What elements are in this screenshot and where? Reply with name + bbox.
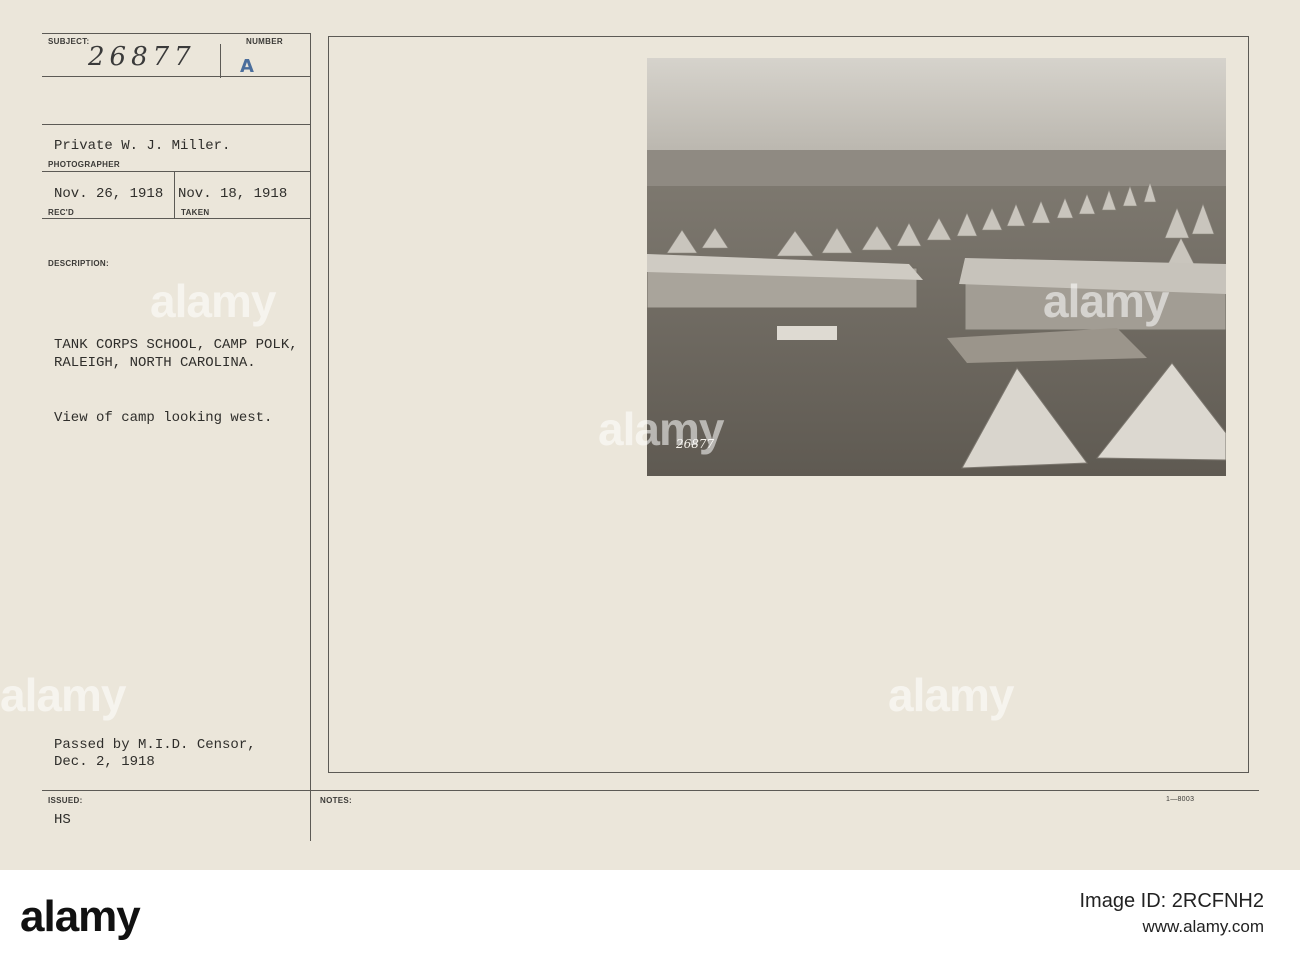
photographer-top-line xyxy=(42,124,310,125)
number-stamp: A xyxy=(240,56,254,77)
description-line-2: RALEIGH, NORTH CAROLINA. xyxy=(54,355,256,371)
camp-photograph xyxy=(647,58,1226,476)
column-divider xyxy=(310,33,311,841)
watermark-1: alamy xyxy=(150,275,276,327)
footer-logo[interactable]: alamy xyxy=(20,892,141,942)
frame-bottom xyxy=(328,772,1249,773)
photographer-underline xyxy=(42,171,310,172)
tree-line xyxy=(647,150,1226,190)
watermark-4: alamy xyxy=(888,669,1014,721)
issued-top-line xyxy=(42,790,310,791)
recd-date: Nov. 26, 1918 xyxy=(54,186,164,202)
censor-line-1: Passed by M.I.D. Censor, xyxy=(54,737,256,753)
notes-line xyxy=(311,790,1259,791)
subject-underline xyxy=(42,76,310,77)
taken-label: TAKEN xyxy=(181,208,210,217)
frame-top xyxy=(328,36,1249,37)
site-url[interactable]: www.alamy.com xyxy=(1080,917,1264,937)
image-id: Image ID: 2RCFNH2 xyxy=(1079,890,1265,912)
description-line-1: TANK CORPS SCHOOL, CAMP POLK, xyxy=(54,337,298,353)
footer-image-info: Image ID: 2RCFNH2 www.alamy.com xyxy=(1080,890,1265,937)
date-underline xyxy=(42,218,310,219)
camp-scene-illustration xyxy=(647,58,1226,476)
watermark-2: alamy xyxy=(598,403,724,455)
subject-number: 26877 xyxy=(88,42,196,72)
taken-date: Nov. 18, 1918 xyxy=(178,186,288,202)
form-top-line xyxy=(42,33,310,34)
photographer-name: Private W. J. Miller. xyxy=(54,138,231,154)
number-label: NUMBER xyxy=(246,37,283,46)
recd-label: REC'D xyxy=(48,208,75,217)
subject-number-divider xyxy=(220,44,221,78)
frame-right xyxy=(1248,36,1249,773)
form-number: 1—8003 xyxy=(1166,796,1195,803)
description-line-3: View of camp looking west. xyxy=(54,410,273,426)
watermark-5: alamy xyxy=(1043,275,1169,327)
censor-line-2: Dec. 2, 1918 xyxy=(54,754,155,770)
frame-left xyxy=(328,36,329,773)
notes-label: NOTES: xyxy=(320,796,353,805)
watermark-3: alamy xyxy=(0,669,126,721)
footer-bar: alamy Image ID: 2RCFNH2 www.alamy.com xyxy=(0,870,1300,960)
sky xyxy=(647,58,1226,158)
date-divider xyxy=(174,172,175,218)
subject-label: SUBJECT: xyxy=(48,37,90,46)
issued-label: ISSUED: xyxy=(48,796,83,805)
barrels xyxy=(777,326,837,340)
issued-value: HS xyxy=(54,812,71,828)
archive-card: SUBJECT: NUMBER PHOTOGRAPHER REC'D TAKEN… xyxy=(0,0,1300,870)
photographer-label: PHOTOGRAPHER xyxy=(48,160,120,169)
description-label: DESCRIPTION: xyxy=(48,259,109,268)
